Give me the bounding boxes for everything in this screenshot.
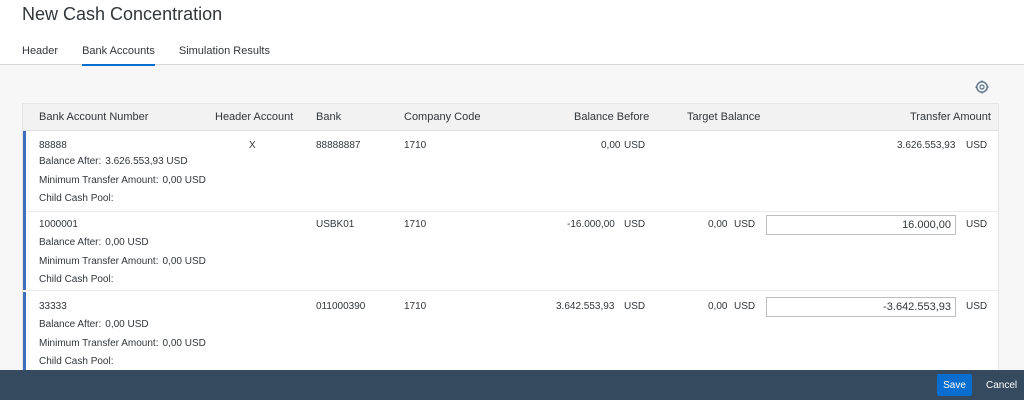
column-header-header-account[interactable]: Header Account bbox=[215, 111, 293, 123]
balance-before-currency: USD bbox=[624, 140, 646, 151]
balance-after-value: 0,00 USD bbox=[105, 319, 149, 330]
balance-after: Balance After: 0,00 USD bbox=[39, 237, 149, 249]
minimum-transfer-label: Minimum Transfer Amount: bbox=[39, 175, 159, 186]
company-code: 1710 bbox=[404, 301, 427, 312]
minimum-transfer-amount: Minimum Transfer Amount: 0,00 USD bbox=[39, 175, 206, 187]
balance-after: Balance After: 0,00 USD bbox=[39, 319, 149, 331]
transfer-amount: 3.626.553,93 bbox=[897, 140, 956, 151]
save-button[interactable]: Save bbox=[937, 374, 972, 396]
page-title: New Cash Concentration bbox=[22, 4, 223, 24]
bank-key: 88888887 bbox=[316, 140, 361, 151]
balance-after: Balance After: 3.626.553,93 USD bbox=[39, 156, 188, 168]
footer-toolbar: Save Cancel bbox=[0, 370, 1024, 400]
transfer-currency: USD bbox=[966, 140, 988, 151]
bank-accounts-table: Bank Account Number Header Account Bank … bbox=[22, 103, 999, 375]
transfer-amount-input[interactable] bbox=[766, 297, 956, 317]
minimum-transfer-value: 0,00 USD bbox=[162, 338, 206, 349]
bank-account-number: 88888 bbox=[39, 140, 67, 151]
company-code: 1710 bbox=[404, 140, 427, 151]
target-balance: 0,00 bbox=[708, 219, 728, 230]
balance-before: 0,00 bbox=[601, 140, 621, 151]
row-highlight-bar bbox=[23, 292, 26, 372]
column-header-target-balance[interactable]: Target Balance bbox=[687, 111, 760, 123]
column-header-company-code[interactable]: Company Code bbox=[404, 111, 480, 123]
transfer-amount-input[interactable] bbox=[766, 215, 956, 235]
company-code: 1710 bbox=[404, 219, 427, 230]
child-cash-pool: Child Cash Pool: bbox=[39, 356, 113, 368]
bank-account-number: 1000001 bbox=[39, 219, 78, 230]
bank-key: USBK01 bbox=[316, 219, 355, 230]
child-cash-pool-label: Child Cash Pool: bbox=[39, 356, 114, 367]
column-header-bank[interactable]: Bank bbox=[316, 111, 341, 123]
tab-bar: Header Bank Accounts Simulation Results bbox=[22, 44, 294, 66]
table-row[interactable]: 33333 011000390 1710 3.642.553,93 USD 0,… bbox=[23, 292, 998, 373]
page-header: New Cash Concentration Header Bank Accou… bbox=[0, 0, 1024, 66]
balance-before-currency: USD bbox=[624, 301, 646, 312]
transfer-currency: USD bbox=[966, 301, 988, 312]
balance-before: -16.000,00 bbox=[567, 219, 615, 230]
balance-before: 3.642.553,93 bbox=[556, 301, 615, 312]
header-account-marker: X bbox=[249, 140, 256, 151]
row-highlight-bar bbox=[23, 131, 26, 211]
minimum-transfer-label: Minimum Transfer Amount: bbox=[39, 338, 159, 349]
balance-after-value: 0,00 USD bbox=[105, 237, 149, 248]
balance-after-label: Balance After: bbox=[39, 237, 102, 248]
balance-after-label: Balance After: bbox=[39, 156, 102, 167]
gear-icon[interactable] bbox=[975, 80, 989, 94]
balance-after-value: 3.626.553,93 USD bbox=[105, 156, 188, 167]
minimum-transfer-value: 0,00 USD bbox=[162, 256, 206, 267]
transfer-currency: USD bbox=[966, 219, 988, 230]
child-cash-pool-label: Child Cash Pool: bbox=[39, 274, 114, 285]
target-balance-currency: USD bbox=[734, 219, 756, 230]
minimum-transfer-amount: Minimum Transfer Amount: 0,00 USD bbox=[39, 256, 206, 268]
tab-simulation-results[interactable]: Simulation Results bbox=[179, 44, 270, 66]
child-cash-pool-label: Child Cash Pool: bbox=[39, 193, 114, 204]
bank-account-number: 33333 bbox=[39, 301, 67, 312]
table-row[interactable]: 1000001 USBK01 1710 -16.000,00 USD 0,00 … bbox=[23, 210, 998, 291]
tab-header[interactable]: Header bbox=[22, 44, 58, 66]
tab-bank-accounts[interactable]: Bank Accounts bbox=[82, 44, 155, 66]
minimum-transfer-amount: Minimum Transfer Amount: 0,00 USD bbox=[39, 338, 206, 350]
target-balance: 0,00 bbox=[708, 301, 728, 312]
child-cash-pool: Child Cash Pool: bbox=[39, 193, 113, 205]
cancel-button[interactable]: Cancel bbox=[980, 374, 1023, 396]
table-row[interactable]: 88888 X 88888887 1710 0,00 USD 3.626.553… bbox=[23, 131, 998, 212]
child-cash-pool: Child Cash Pool: bbox=[39, 274, 113, 286]
row-highlight-bar bbox=[23, 210, 26, 290]
column-header-transfer-amount[interactable]: Transfer Amount bbox=[910, 111, 991, 123]
target-balance-currency: USD bbox=[734, 301, 756, 312]
balance-before-currency: USD bbox=[624, 219, 646, 230]
column-header-balance-before[interactable]: Balance Before bbox=[574, 111, 649, 123]
balance-after-label: Balance After: bbox=[39, 319, 102, 330]
minimum-transfer-label: Minimum Transfer Amount: bbox=[39, 256, 159, 267]
bank-key: 011000390 bbox=[316, 301, 366, 312]
minimum-transfer-value: 0,00 USD bbox=[162, 175, 206, 186]
column-header-bank-account-number[interactable]: Bank Account Number bbox=[39, 111, 148, 123]
table-header: Bank Account Number Header Account Bank … bbox=[23, 104, 998, 131]
